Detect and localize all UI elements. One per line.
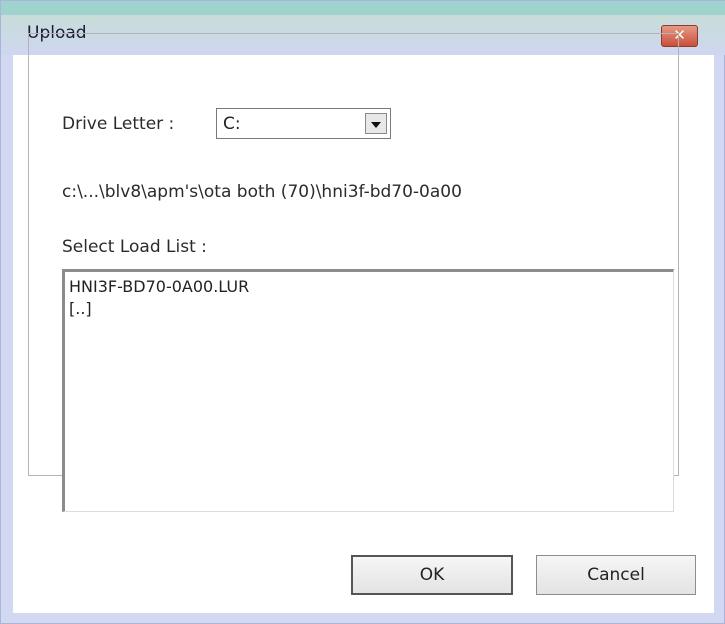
current-path-text: c:\...\blv8\apm's\ota both (70)\hni3f-bd…: [62, 182, 462, 202]
list-item[interactable]: [..]: [69, 299, 92, 318]
select-load-list-label: Select Load List :: [62, 237, 207, 257]
drive-letter-select[interactable]: C:: [216, 108, 391, 139]
upload-dialog: Upload ✕ Drive Letter : C: c:\...\blv8\a…: [0, 0, 725, 624]
drive-dropdown-button[interactable]: [365, 113, 387, 134]
chevron-down-icon: [371, 122, 381, 128]
cancel-button[interactable]: Cancel: [536, 555, 696, 595]
load-list-box[interactable]: HNI3F-BD70-0A00.LUR [..]: [62, 269, 674, 512]
list-item[interactable]: HNI3F-BD70-0A00.LUR: [69, 277, 249, 296]
window-top-strip: [1, 1, 725, 15]
drive-letter-value: C:: [223, 114, 241, 134]
ok-button[interactable]: OK: [351, 555, 513, 595]
drive-letter-label: Drive Letter :: [62, 114, 175, 134]
